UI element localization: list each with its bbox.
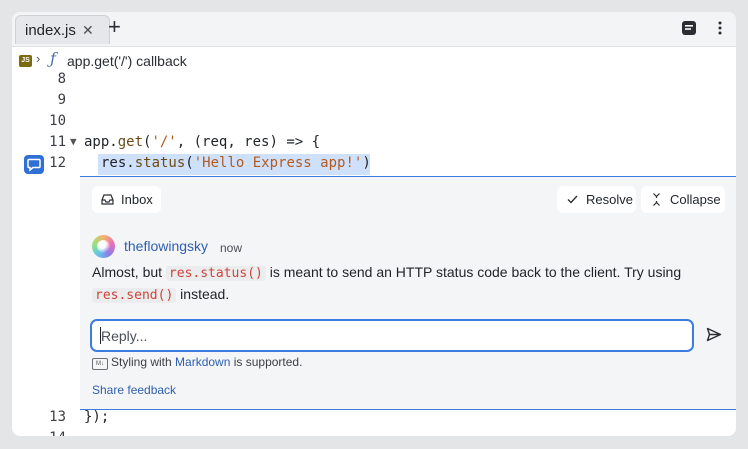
chevron-right-icon: › — [36, 51, 41, 66]
code-line: 8 — [12, 70, 736, 91]
code-text: app.get('/', (req, res) => { — [84, 134, 321, 150]
tab-label: index.js — [25, 22, 76, 39]
inline-code: res.send() — [92, 288, 177, 303]
markdown-hint: Styling with Markdown is supported. — [111, 355, 303, 369]
line-number: 10 — [49, 113, 66, 129]
tab-index-js[interactable]: index.js ✕ — [15, 15, 110, 44]
code-line: 10 — [12, 112, 736, 133]
breadcrumb: JS › ƒ app.get('/') callback — [12, 47, 736, 71]
line-number: 12 — [49, 155, 66, 171]
comment-timestamp: now — [220, 241, 243, 255]
markdown-icon: M↓ — [92, 358, 108, 370]
collapse-label: Collapse — [670, 192, 721, 207]
line-number: 9 — [57, 92, 66, 108]
editor-window: index.js ✕ + JS › ƒ app.get('/') callbac… — [12, 12, 736, 436]
line-number: 8 — [57, 71, 66, 87]
inline-code: res.status() — [165, 266, 266, 281]
collapse-button[interactable]: Collapse — [641, 186, 725, 213]
inbox-label: Inbox — [121, 192, 153, 207]
outline-icon[interactable] — [681, 20, 697, 41]
code-line: 12 res.status('Hello Express app!') — [12, 154, 736, 175]
resolve-button[interactable]: Resolve — [557, 186, 636, 213]
code-line: 14 — [12, 429, 736, 436]
code-line: 11 ▼ app.get('/', (req, res) => { — [12, 133, 736, 154]
plus-icon[interactable]: + — [108, 15, 121, 39]
collapse-icon — [653, 193, 660, 206]
inbox-button[interactable]: Inbox — [92, 186, 161, 213]
comment-author[interactable]: theflowingsky — [124, 238, 208, 254]
check-icon — [567, 195, 578, 204]
resolve-label: Resolve — [586, 192, 633, 207]
avatar[interactable] — [92, 235, 115, 258]
reply-input[interactable]: Reply... — [90, 319, 694, 352]
share-feedback-link[interactable]: Share feedback — [92, 383, 176, 397]
function-icon: ƒ — [50, 49, 56, 68]
fold-chevron-icon[interactable]: ▼ — [70, 135, 77, 148]
more-vertical-icon[interactable] — [716, 20, 724, 41]
send-icon[interactable] — [706, 327, 722, 347]
comment-thread: Inbox Resolve Collapse theflowingsky now… — [80, 176, 736, 410]
inbox-icon — [101, 194, 114, 205]
line-number: 13 — [49, 409, 66, 425]
comment-body: Almost, but res.status() is meant to sen… — [92, 264, 682, 303]
breadcrumb-symbol[interactable]: app.get('/') callback — [67, 53, 187, 69]
tab-bar: index.js ✕ + — [12, 12, 736, 47]
markdown-link[interactable]: Markdown — [175, 355, 230, 369]
code-line: 9 — [12, 91, 736, 112]
close-icon[interactable]: ✕ — [82, 22, 94, 39]
code-line: 13 }); — [12, 408, 736, 429]
code-text: }); — [84, 409, 110, 425]
reply-placeholder: Reply... — [101, 328, 148, 344]
line-number: 14 — [12, 430, 66, 436]
line-number: 11 — [49, 134, 66, 150]
code-text: res.status('Hello Express app!') — [101, 155, 371, 171]
js-file-icon: JS — [19, 55, 32, 67]
